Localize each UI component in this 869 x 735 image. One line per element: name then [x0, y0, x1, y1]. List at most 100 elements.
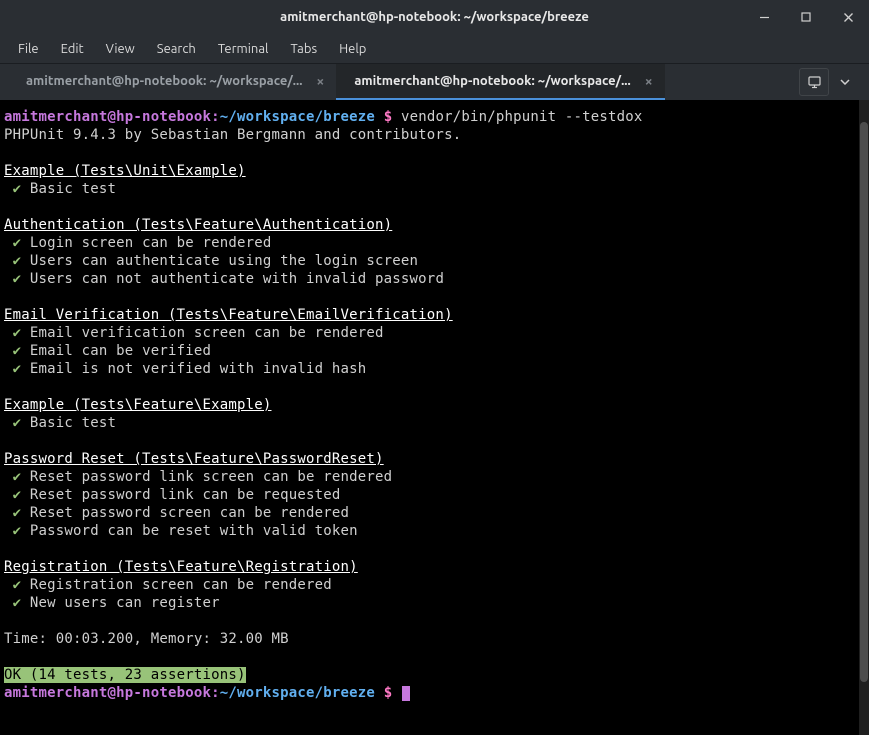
- menu-view[interactable]: View: [96, 38, 145, 60]
- terminal-line: Email Verification (Tests\Feature\EmailV…: [4, 306, 865, 324]
- terminal-line: Password Reset (Tests\Feature\PasswordRe…: [4, 450, 865, 468]
- minimize-icon: [759, 12, 770, 23]
- terminal-line: [4, 198, 865, 216]
- terminal-line: [4, 648, 865, 666]
- test-name: Email verification screen can be rendere…: [30, 325, 384, 341]
- window-title: amitmerchant@hp-notebook: ~/workspace/br…: [280, 10, 589, 24]
- test-name: Basic test: [30, 181, 116, 197]
- terminal-line: ✔ Reset password link screen can be rend…: [4, 468, 865, 486]
- terminal-output[interactable]: amitmerchant@hp-notebook:~/workspace/bre…: [0, 100, 869, 735]
- terminal-line: PHPUnit 9.4.3 by Sebastian Bergmann and …: [4, 126, 865, 144]
- prompt-user: amitmerchant@hp-notebook: [4, 109, 211, 125]
- phpunit-version: PHPUnit 9.4.3 by Sebastian Bergmann and …: [4, 127, 461, 143]
- terminal-line: ✔ Email can be verified: [4, 342, 865, 360]
- close-button[interactable]: [827, 0, 869, 34]
- check-icon: ✔: [4, 469, 30, 485]
- check-icon: ✔: [4, 253, 30, 269]
- tab-2-label: amitmerchant@hp-notebook: ~/workspace/..…: [354, 74, 630, 88]
- broadcast-button[interactable]: [799, 68, 829, 96]
- terminal-line: ✔ Users can authenticate using the login…: [4, 252, 865, 270]
- test-name: Reset password link can be requested: [30, 487, 341, 503]
- menu-search[interactable]: Search: [147, 38, 206, 60]
- test-name: Reset password link screen can be render…: [30, 469, 392, 485]
- terminal-line: amitmerchant@hp-notebook:~/workspace/bre…: [4, 108, 865, 126]
- check-icon: ✔: [4, 235, 30, 251]
- terminal-line: ✔ Email is not verified with invalid has…: [4, 360, 865, 378]
- test-name: Reset password screen can be rendered: [30, 505, 349, 521]
- titlebar[interactable]: amitmerchant@hp-notebook: ~/workspace/br…: [0, 0, 869, 34]
- window-controls: [743, 0, 869, 34]
- scrollbar-thumb[interactable]: [860, 122, 868, 682]
- chevron-down-icon: [840, 79, 850, 85]
- menu-terminal[interactable]: Terminal: [208, 38, 279, 60]
- check-icon: ✔: [4, 415, 30, 431]
- test-name: Users can not authenticate with invalid …: [30, 271, 444, 287]
- prompt-command: vendor/bin/phpunit --testdox: [401, 109, 643, 125]
- terminal-line: ✔ Login screen can be rendered: [4, 234, 865, 252]
- test-group-heading: Password Reset (Tests\Feature\PasswordRe…: [4, 451, 384, 467]
- test-name: Email is not verified with invalid hash: [30, 361, 367, 377]
- tab-2-close-icon[interactable]: ×: [641, 73, 657, 89]
- test-group-heading: Example (Tests\Unit\Example): [4, 163, 246, 179]
- maximize-icon: [801, 12, 811, 22]
- ok-summary: OK (14 tests, 23 assertions): [4, 667, 246, 683]
- menu-file[interactable]: File: [8, 38, 49, 60]
- tab-1[interactable]: amitmerchant@hp-notebook: ~/workspace/..…: [8, 64, 336, 100]
- terminal-line: amitmerchant@hp-notebook:~/workspace/bre…: [4, 684, 865, 702]
- prompt-path: ~/workspace/breeze: [220, 685, 375, 701]
- terminal-line: Time: 00:03.200, Memory: 32.00 MB: [4, 630, 865, 648]
- terminal-line: [4, 432, 865, 450]
- check-icon: ✔: [4, 505, 30, 521]
- terminal-line: ✔ New users can register: [4, 594, 865, 612]
- terminal-line: [4, 378, 865, 396]
- terminal-line: Example (Tests\Feature\Example): [4, 396, 865, 414]
- terminal-line: ✔ Password can be reset with valid token: [4, 522, 865, 540]
- tabbar: amitmerchant@hp-notebook: ~/workspace/..…: [0, 64, 869, 100]
- prompt-user: amitmerchant@hp-notebook: [4, 685, 211, 701]
- terminal-line: [4, 144, 865, 162]
- cursor: [402, 686, 410, 701]
- prompt-path: ~/workspace/breeze: [220, 109, 375, 125]
- check-icon: ✔: [4, 181, 30, 197]
- test-group-heading: Email Verification (Tests\Feature\EmailV…: [4, 307, 453, 323]
- test-name: New users can register: [30, 595, 220, 611]
- terminal-line: [4, 540, 865, 558]
- close-icon: [843, 12, 854, 23]
- menu-help[interactable]: Help: [329, 38, 376, 60]
- terminal-line: ✔ Reset password screen can be rendered: [4, 504, 865, 522]
- prompt-dollar: $: [375, 109, 401, 125]
- test-name: Users can authenticate using the login s…: [30, 253, 418, 269]
- terminal-line: ✔ Basic test: [4, 180, 865, 198]
- terminal-line: ✔ Users can not authenticate with invali…: [4, 270, 865, 288]
- test-group-heading: Authentication (Tests\Feature\Authentica…: [4, 217, 392, 233]
- terminal-line: ✔ Basic test: [4, 414, 865, 432]
- tab-menu-button[interactable]: [833, 68, 857, 96]
- terminal-line: ✔ Email verification screen can be rende…: [4, 324, 865, 342]
- menubar: File Edit View Search Terminal Tabs Help: [0, 34, 869, 64]
- check-icon: ✔: [4, 343, 30, 359]
- menu-tabs[interactable]: Tabs: [280, 38, 327, 60]
- tab-2[interactable]: amitmerchant@hp-notebook: ~/workspace/..…: [336, 64, 664, 100]
- test-group-heading: Example (Tests\Feature\Example): [4, 397, 272, 413]
- test-name: Email can be verified: [30, 343, 211, 359]
- tabbar-right: [799, 64, 861, 100]
- terminal-line: Registration (Tests\Feature\Registration…: [4, 558, 865, 576]
- terminal-line: ✔ Reset password link can be requested: [4, 486, 865, 504]
- check-icon: ✔: [4, 271, 30, 287]
- prompt-dollar: $: [375, 685, 401, 701]
- broadcast-icon: [807, 75, 822, 89]
- terminal-line: Authentication (Tests\Feature\Authentica…: [4, 216, 865, 234]
- test-name: Password can be reset with valid token: [30, 523, 358, 539]
- menu-edit[interactable]: Edit: [51, 38, 94, 60]
- scrollbar[interactable]: [859, 100, 869, 735]
- maximize-button[interactable]: [785, 0, 827, 34]
- minimize-button[interactable]: [743, 0, 785, 34]
- tab-1-close-icon[interactable]: ×: [312, 73, 328, 89]
- check-icon: ✔: [4, 487, 30, 503]
- terminal-line: [4, 612, 865, 630]
- tab-1-label: amitmerchant@hp-notebook: ~/workspace/..…: [26, 74, 302, 88]
- terminal-line: Example (Tests\Unit\Example): [4, 162, 865, 180]
- check-icon: ✔: [4, 361, 30, 377]
- terminal-line: ✔ Registration screen can be rendered: [4, 576, 865, 594]
- check-icon: ✔: [4, 577, 30, 593]
